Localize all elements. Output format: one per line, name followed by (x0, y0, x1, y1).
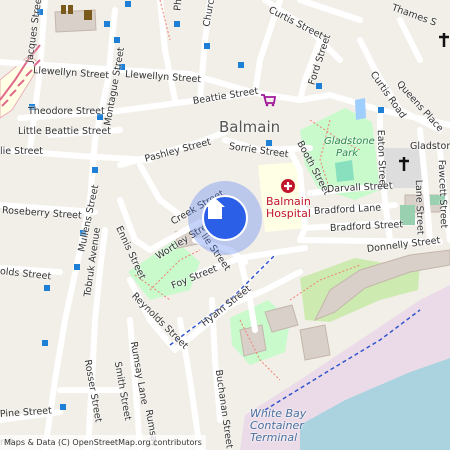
marker-pin[interactable] (202, 195, 248, 241)
terminal-label: White Bay Container Terminal (250, 407, 307, 445)
street-label: lie Street (0, 146, 44, 157)
hospital-label: Balmain Hospital (266, 195, 311, 220)
location-marker[interactable] (188, 181, 262, 255)
street-label: Fawcett Street (435, 159, 450, 229)
park-label: Gladstone Park (324, 136, 375, 159)
home-icon (205, 198, 225, 219)
street-label: Little Beattie Street (18, 126, 111, 137)
street-label: Phi (172, 0, 185, 12)
map-attribution: Maps & Data (C) OpenStreetMap.org contri… (0, 435, 206, 450)
street-label: Lane Street (412, 179, 426, 235)
street-label: Theodore Street (28, 106, 105, 117)
map-view[interactable]: Balmain Gladstone Park Balmain Hospital … (0, 0, 450, 450)
suburb-label: Balmain (219, 118, 281, 136)
street-label: Gladstone (410, 141, 450, 152)
